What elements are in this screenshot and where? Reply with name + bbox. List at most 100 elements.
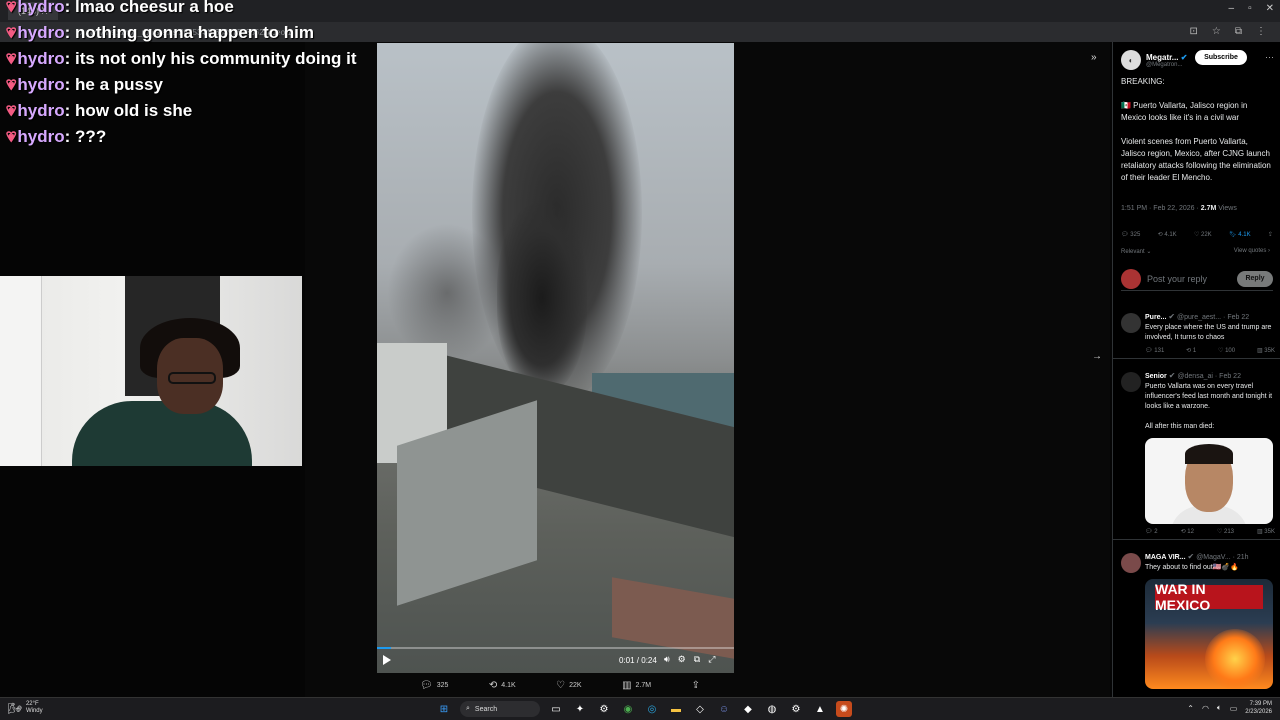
app-icon[interactable]: ◇ — [692, 701, 708, 717]
settings-icon[interactable]: ⚙︎ — [596, 701, 612, 717]
more-options-icon[interactable]: ⋯ — [1265, 52, 1274, 63]
collapse-panel-icon[interactable]: » — [1091, 52, 1097, 63]
reply-tweet[interactable]: Senior ✔ @densa_ai · Feb 22 Puerto Valla… — [1113, 367, 1280, 540]
chat-text: its not only his community doing it — [75, 49, 357, 68]
bookmark-stat[interactable]: 🔖︎ 4.1K — [1229, 231, 1251, 238]
author-handle: @Megatron... — [1146, 61, 1183, 68]
reply-avatar[interactable] — [1121, 553, 1141, 573]
mugshot-image[interactable] — [1145, 438, 1273, 524]
wifi-icon[interactable]: ◠ — [1202, 704, 1209, 713]
video-player[interactable] — [377, 43, 734, 673]
star-icon[interactable]: ☆ — [1212, 26, 1221, 37]
reply-count: 131 — [1154, 348, 1165, 354]
views-stat[interactable]: ▥ 35K — [1257, 347, 1275, 354]
reply-avatar[interactable] — [1121, 372, 1141, 392]
menu-icon[interactable]: ⋮ — [1256, 26, 1266, 37]
volume-icon[interactable]: 🔈︎ — [1217, 703, 1222, 713]
share-action[interactable]: ⇪ — [692, 678, 700, 692]
chat-text: he a pussy — [75, 75, 163, 94]
like-count: 213 — [1223, 529, 1234, 535]
next-arrow-icon[interactable]: → — [1092, 351, 1102, 362]
verified-icon: ✔ — [1180, 52, 1188, 62]
tweet-panel: ◐ Megatr... ✔ @Megatron... Subscribe ⋯ B… — [1112, 42, 1280, 697]
reply-stats: 💬︎ 2 ⟲ 12 ♡ 213 ▥ 35K — [1145, 528, 1275, 535]
reply-composer: Post your reply Reply — [1121, 268, 1273, 291]
clock[interactable]: 7:39 PM 2/23/2026 — [1245, 700, 1272, 716]
heart-icon: 💗︎ — [6, 128, 17, 146]
steam-icon[interactable]: ⚙ — [788, 701, 804, 717]
extensions-icon[interactable]: ⧉ — [1235, 26, 1242, 37]
clock-date: 2/23/2026 — [1245, 709, 1272, 715]
play-icon[interactable] — [383, 655, 391, 665]
sort-dropdown[interactable]: Relevant ⌄ — [1121, 248, 1151, 255]
reply-action[interactable]: 💬︎ 325 — [420, 678, 448, 692]
chat-message: 💗︎ hydro: nothing gonna happen to him — [6, 23, 314, 42]
like-stat[interactable]: ♡ 213 — [1217, 528, 1234, 535]
fullscreen-icon[interactable]: ⤢ — [708, 654, 715, 665]
address-bar-icons: ⊡ ☆ ⧉ ⋮ — [1190, 26, 1267, 37]
views-stat[interactable]: ▥ 35K — [1257, 528, 1275, 535]
subscribe-button[interactable]: Subscribe — [1195, 50, 1247, 65]
reply-author: Pure... — [1145, 314, 1167, 321]
video-progress-bar[interactable] — [377, 647, 734, 649]
war-in-mexico-image[interactable]: WAR IN MEXICO — [1145, 579, 1273, 689]
repost-stat[interactable]: ⟲ 4.1K — [1158, 231, 1177, 238]
chart-icon: ▥ — [622, 679, 632, 691]
reply-header: Senior ✔ @densa_ai · Feb 22 — [1145, 371, 1275, 380]
tweet-author[interactable]: ◐ Megatr... ✔ @Megatron... — [1121, 50, 1187, 70]
maximize-icon[interactable]: ▫ — [1248, 3, 1252, 14]
volume-icon[interactable]: 🔊︎ — [664, 654, 670, 665]
author-avatar[interactable]: ◐ — [1121, 50, 1141, 70]
file-explorer-icon[interactable]: ▬ — [668, 701, 684, 717]
repost-action[interactable]: ⟲ 4.1K — [489, 678, 516, 692]
close-icon[interactable]: ✕ — [1266, 3, 1274, 14]
reply-tweet[interactable]: Pure... ✔ @pure_aest... · Feb 22 Every p… — [1113, 308, 1280, 359]
chrome-icon[interactable]: ◉ — [620, 701, 636, 717]
tray-overflow-icon[interactable]: ⌃ — [1187, 704, 1194, 713]
views-action[interactable]: ▥ 2.7M — [622, 678, 651, 692]
reply-avatar[interactable] — [1121, 313, 1141, 333]
app-icon[interactable]: ◆ — [740, 701, 756, 717]
tweet-time: 1:51 PM · Feb 22, 2026 · — [1121, 205, 1199, 212]
like-stat[interactable]: ♡ 100 — [1218, 347, 1235, 354]
system-tray: ⌃ ◠ 🔈︎ ▭ 7:39 PM 2/23/2026 — [1187, 700, 1272, 716]
windows-start-icon[interactable]: ⊞ — [436, 701, 452, 717]
like-action[interactable]: ♡ 22K — [556, 678, 581, 692]
obs-icon[interactable]: ◍ — [764, 701, 780, 717]
tweet-stats: 💬︎ 325 ⟲ 4.1K ♡ 22K 🔖︎ 4.1K ⇪ — [1121, 231, 1273, 238]
settings-icon[interactable]: ⚙︎ — [678, 654, 686, 665]
chat-username: hydro — [17, 23, 65, 42]
reply-text: All after this man died: — [1145, 423, 1215, 430]
reply-stat[interactable]: 💬︎ 325 — [1121, 231, 1140, 238]
reply-stat[interactable]: 💬︎ 131 — [1145, 347, 1164, 354]
minimize-icon[interactable]: – — [1229, 3, 1235, 14]
reply-tweet[interactable]: MAGA VIR... ✔ @MagaV... · 21h They about… — [1113, 548, 1280, 693]
like-stat[interactable]: ♡ 22K — [1194, 231, 1212, 238]
video-progress-fill — [377, 647, 392, 649]
edge-icon[interactable]: ◎ — [644, 701, 660, 717]
share-icon[interactable]: ⇪ — [1268, 231, 1273, 238]
reply-stat[interactable]: 💬︎ 2 — [1145, 528, 1158, 535]
battery-icon[interactable]: ▭ — [1230, 704, 1238, 713]
view-quotes-link[interactable]: View quotes › — [1234, 248, 1270, 254]
like-count: 22K — [1201, 232, 1212, 238]
app-icon[interactable]: ✺ — [836, 701, 852, 717]
repost-stat[interactable]: ⟲ 12 — [1181, 528, 1194, 535]
reply-input[interactable]: Post your reply — [1147, 274, 1231, 284]
install-icon[interactable]: ⊡ — [1190, 26, 1198, 37]
copilot-icon[interactable]: ✦ — [572, 701, 588, 717]
heart-icon: 💗︎ — [6, 102, 17, 120]
pip-icon[interactable]: ⧉ — [694, 654, 700, 665]
repost-stat[interactable]: ⟲ 1 — [1186, 347, 1196, 354]
reply-button[interactable]: Reply — [1237, 270, 1273, 287]
taskbar-search[interactable]: ⌕ Search — [460, 701, 540, 717]
app-icon[interactable]: ▲ — [812, 701, 828, 717]
weather-widget[interactable]: 🌬︎ 22°F Windy — [8, 701, 43, 715]
discord-icon[interactable]: ☺ — [716, 701, 732, 717]
reply-handle: @pure_aest... — [1177, 314, 1222, 321]
task-view-icon[interactable]: ▭ — [548, 701, 564, 717]
heart-icon: ♡ — [556, 679, 566, 691]
chat-text: nothing gonna happen to him — [75, 23, 314, 42]
chat-message: 💗︎ hydro: its not only his community doin… — [6, 49, 357, 68]
reply-text: Puerto Vallarta was on every travel infl… — [1145, 383, 1273, 410]
